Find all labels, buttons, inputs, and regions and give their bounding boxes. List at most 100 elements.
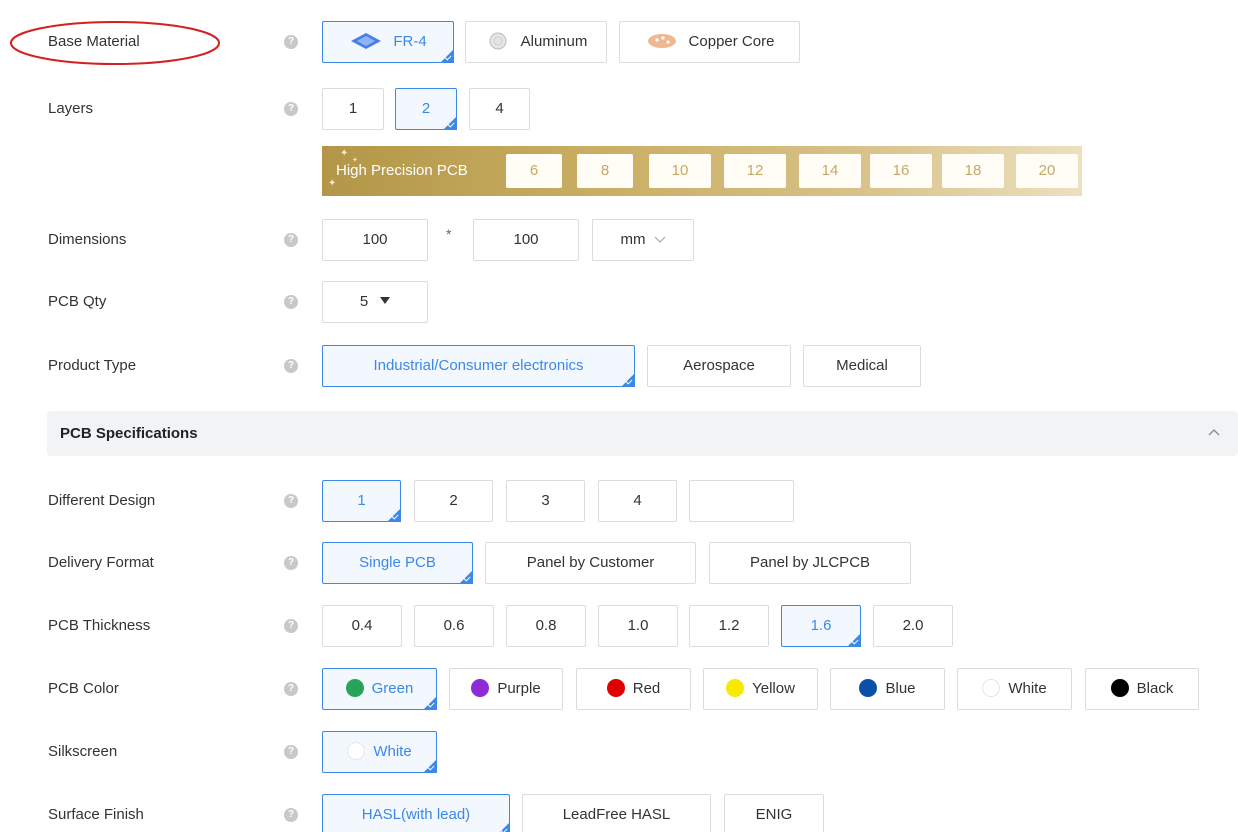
base-material-label: Base Material: [48, 33, 140, 50]
delivery-format-panel-by-customer[interactable]: Panel by Customer: [485, 542, 696, 584]
surface-finish-leadfree-hasl[interactable]: LeadFree HASL: [522, 794, 711, 832]
pcb-thickness-option-2-0[interactable]: 2.0: [873, 605, 953, 647]
different-design-custom-input[interactable]: [689, 480, 794, 522]
delivery-format-row: Delivery Format ? Single PCB Panel by Cu…: [0, 542, 1238, 584]
base-material-aluminum[interactable]: Aluminum: [465, 21, 607, 63]
help-icon[interactable]: ?: [284, 233, 298, 247]
pcb-color-blue[interactable]: Blue: [830, 668, 945, 710]
pcb-color-label: PCB Color: [48, 680, 119, 697]
base-material-row: Base Material ? FR-4 Aluminum Copper Cor…: [0, 21, 1238, 63]
product-type-medical[interactable]: Medical: [803, 345, 921, 387]
delivery-format-single-pcb[interactable]: Single PCB: [322, 542, 473, 584]
delivery-format-panel-by-jlcpcb[interactable]: Panel by JLCPCB: [709, 542, 911, 584]
help-icon[interactable]: ?: [284, 35, 298, 49]
width-input[interactable]: 100: [322, 219, 428, 261]
high-precision-option-6[interactable]: 6: [506, 154, 562, 188]
layers-label: Layers: [48, 100, 94, 117]
pcb-color-purple[interactable]: Purple: [449, 668, 563, 710]
high-precision-option-14[interactable]: 14: [799, 154, 861, 188]
different-design-option-2[interactable]: 2: [414, 480, 493, 522]
surface-finish-enig[interactable]: ENIG: [724, 794, 824, 832]
yellow-swatch-icon: [726, 679, 745, 697]
help-icon[interactable]: ?: [284, 745, 298, 759]
pcb-thickness-option-0-6[interactable]: 0.6: [414, 605, 494, 647]
green-swatch-icon: [345, 679, 364, 697]
base-material-fr4[interactable]: FR-4: [322, 21, 454, 63]
unit-select[interactable]: mm: [592, 219, 694, 261]
pcb-thickness-option-1-0[interactable]: 1.0: [598, 605, 678, 647]
surface-finish-hasl-with-lead[interactable]: HASL(with lead): [322, 794, 510, 832]
product-type-industrial[interactable]: Industrial/Consumer electronics: [322, 345, 635, 387]
purple-swatch-icon: [471, 679, 490, 697]
high-precision-option-16[interactable]: 16: [870, 154, 932, 188]
help-icon[interactable]: ?: [284, 556, 298, 570]
help-icon[interactable]: ?: [284, 619, 298, 633]
pcb-thickness-row: PCB Thickness ? 0.4 0.6 0.8 1.0 1.2 1.6 …: [0, 605, 1238, 647]
help-icon[interactable]: ?: [284, 295, 298, 309]
high-precision-option-12[interactable]: 12: [724, 154, 786, 188]
pcb-thickness-option-1-6[interactable]: 1.6: [781, 605, 861, 647]
silkscreen-white[interactable]: White: [322, 731, 437, 773]
white-swatch-icon: [982, 679, 1001, 697]
different-design-option-1[interactable]: 1: [322, 480, 401, 522]
layers-option-1[interactable]: 1: [322, 88, 384, 130]
pcb-color-yellow-label: Yellow: [752, 680, 795, 697]
help-icon[interactable]: ?: [284, 102, 298, 116]
high-precision-pcb-label: High Precision PCB: [336, 162, 468, 179]
base-material-copper-core[interactable]: Copper Core: [619, 21, 800, 63]
pcb-specifications-title: PCB Specifications: [60, 425, 198, 442]
different-design-label: Different Design: [48, 492, 156, 509]
pcb-color-white[interactable]: White: [957, 668, 1072, 710]
pcb-color-purple-label: Purple: [497, 680, 541, 697]
help-icon[interactable]: ?: [284, 494, 298, 508]
pcb-color-yellow[interactable]: Yellow: [703, 668, 818, 710]
pcb-color-blue-label: Blue: [885, 680, 916, 697]
dimensions-label: Dimensions: [48, 231, 127, 248]
pcb-thickness-option-1-2[interactable]: 1.2: [689, 605, 769, 647]
high-precision-pcb-strip: ✦ ✦ ✦ High Precision PCB 6 8 10 12 14 16…: [322, 146, 1082, 196]
copper-core-material-icon: [647, 34, 676, 48]
different-design-row: Different Design ? 1 2 3 4: [0, 480, 1238, 522]
help-icon[interactable]: ?: [284, 682, 298, 696]
high-precision-option-18[interactable]: 18: [942, 154, 1004, 188]
blue-swatch-icon: [859, 679, 878, 697]
pcb-qty-value: 5: [359, 293, 369, 310]
surface-finish-label: Surface Finish: [48, 806, 144, 823]
pcb-color-row: PCB Color ? Green Purple Red Yellow Blue…: [0, 668, 1238, 710]
pcb-color-green-label: Green: [371, 680, 414, 697]
high-precision-option-20[interactable]: 20: [1016, 154, 1078, 188]
unit-select-value: mm: [620, 231, 646, 248]
layers-option-4[interactable]: 4: [469, 88, 530, 130]
help-icon[interactable]: ?: [284, 808, 298, 822]
help-icon[interactable]: ?: [284, 359, 298, 373]
base-material-copper-core-label: Copper Core: [688, 33, 775, 50]
surface-finish-row: Surface Finish ? HASL(with lead) LeadFre…: [0, 794, 1238, 832]
different-design-option-3[interactable]: 3: [506, 480, 585, 522]
pcb-specifications-header[interactable]: PCB Specifications: [47, 411, 1238, 456]
layers-row: Layers ? 1 2 4: [0, 88, 1238, 130]
red-swatch-icon: [606, 679, 625, 697]
pcb-thickness-option-0-4[interactable]: 0.4: [322, 605, 402, 647]
pcb-qty-select[interactable]: 5: [322, 281, 428, 323]
layers-option-2[interactable]: 2: [395, 88, 457, 130]
pcb-color-black[interactable]: Black: [1085, 668, 1199, 710]
base-material-aluminum-label: Aluminum: [520, 33, 588, 50]
chevron-up-icon[interactable]: [1206, 425, 1222, 441]
height-input[interactable]: 100: [473, 219, 579, 261]
base-material-fr4-label: FR-4: [393, 33, 427, 50]
silkscreen-row: Silkscreen ? White: [0, 731, 1238, 773]
high-precision-option-10[interactable]: 10: [649, 154, 711, 188]
different-design-option-4[interactable]: 4: [598, 480, 677, 522]
pcb-color-black-label: Black: [1136, 680, 1174, 697]
silkscreen-white-label: White: [373, 743, 412, 760]
pcb-thickness-option-0-8[interactable]: 0.8: [506, 605, 586, 647]
product-type-aerospace[interactable]: Aerospace: [647, 345, 791, 387]
pcb-color-red[interactable]: Red: [576, 668, 691, 710]
caret-down-icon: [380, 297, 391, 304]
product-type-row: Product Type ? Industrial/Consumer elect…: [0, 345, 1238, 387]
pcb-color-green[interactable]: Green: [322, 668, 437, 710]
white-swatch-icon: [347, 742, 366, 760]
chevron-down-icon: [654, 236, 665, 243]
dimension-separator: *: [446, 226, 452, 242]
high-precision-option-8[interactable]: 8: [577, 154, 633, 188]
